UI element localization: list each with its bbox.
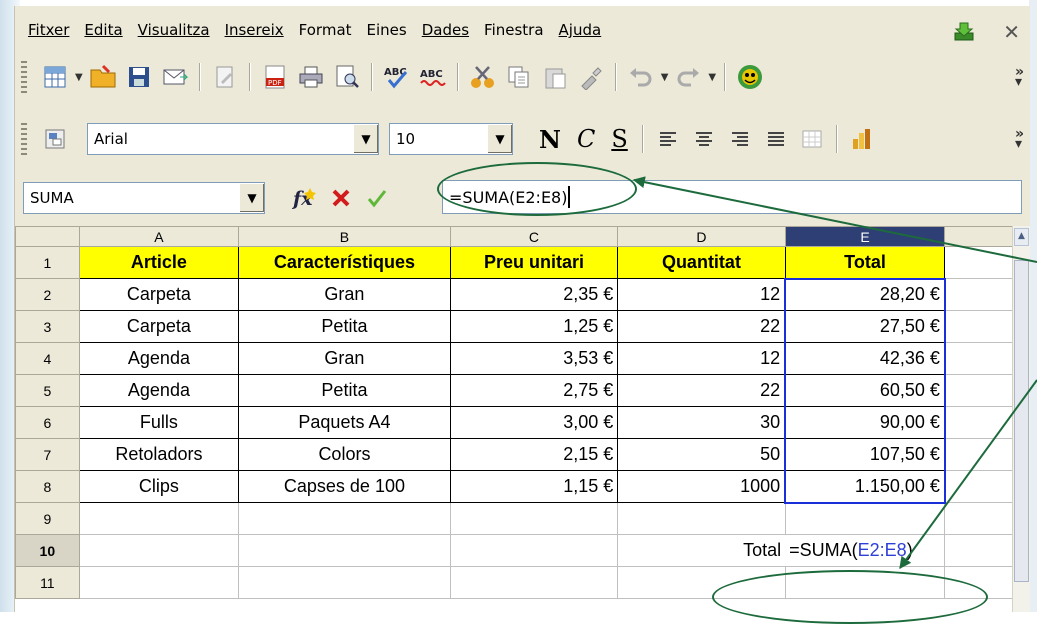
annotation-arrows xyxy=(632,176,1037,569)
arrow-to-cell xyxy=(899,379,1037,569)
arrow-to-formula xyxy=(632,176,1037,263)
